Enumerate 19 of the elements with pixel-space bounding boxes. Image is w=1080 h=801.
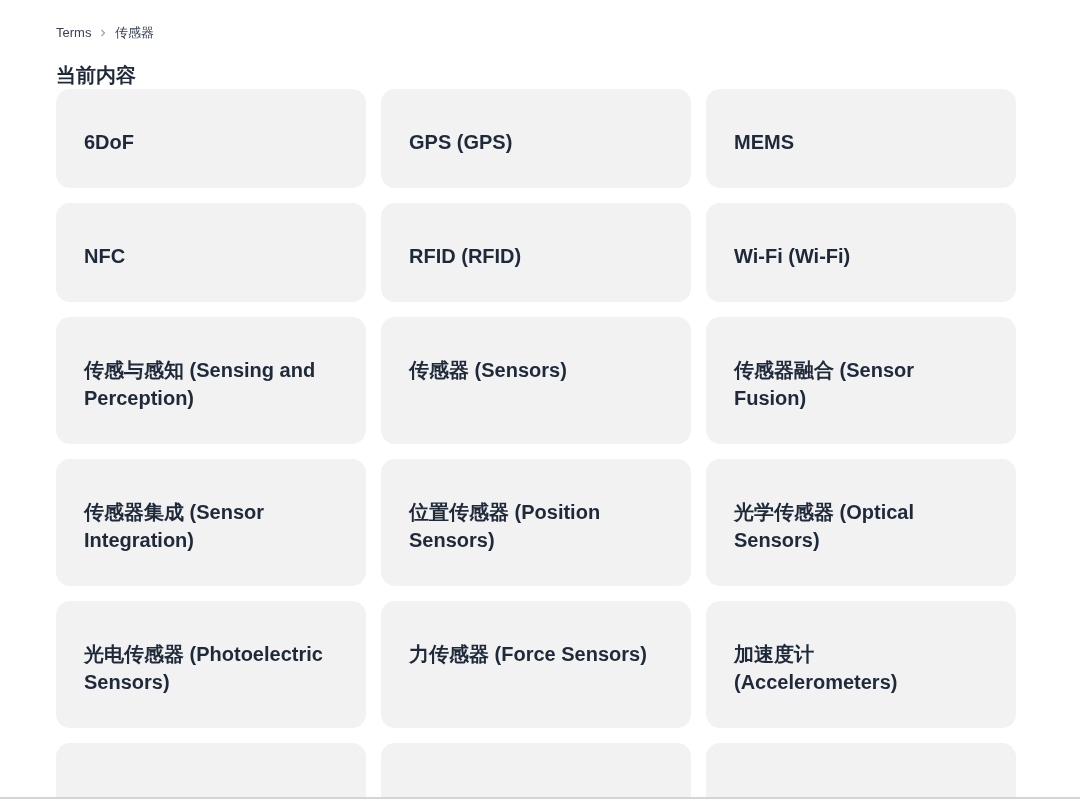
term-card[interactable]: 光学传感器 (Optical Sensors) [706,459,1016,586]
term-card[interactable]: 传感器集成 (Sensor Integration) [56,459,366,586]
term-card[interactable]: Wi-Fi (Wi-Fi) [706,203,1016,302]
breadcrumb-link[interactable]: Terms [56,23,92,43]
term-card[interactable]: 6DoF [56,89,366,188]
term-card[interactable]: 位置传感器 (Position Sensors) [381,459,691,586]
term-card[interactable]: 力传感器 (Force Sensors) [381,601,691,728]
term-card[interactable]: 传感器 (Sensors) [381,317,691,444]
term-card[interactable]: GPS (GPS) [381,89,691,188]
term-card[interactable]: 光电传感器 (Photoelectric Sensors) [56,601,366,728]
term-card[interactable]: 加速度计 (Accelerometers) [706,601,1016,728]
section-heading: 当前内容 [56,63,136,88]
term-card[interactable]: 传感器融合 (Sensor Fusion) [706,317,1016,444]
chevron-icon [99,29,108,37]
term-card[interactable]: 传感与感知 (Sensing and Perception) [56,317,366,444]
term-card[interactable]: MEMS [706,89,1016,188]
term-card[interactable]: RFID (RFID) [381,203,691,302]
term-card[interactable]: NFC [56,203,366,302]
breadcrumb-current: 传感器 [115,24,155,43]
